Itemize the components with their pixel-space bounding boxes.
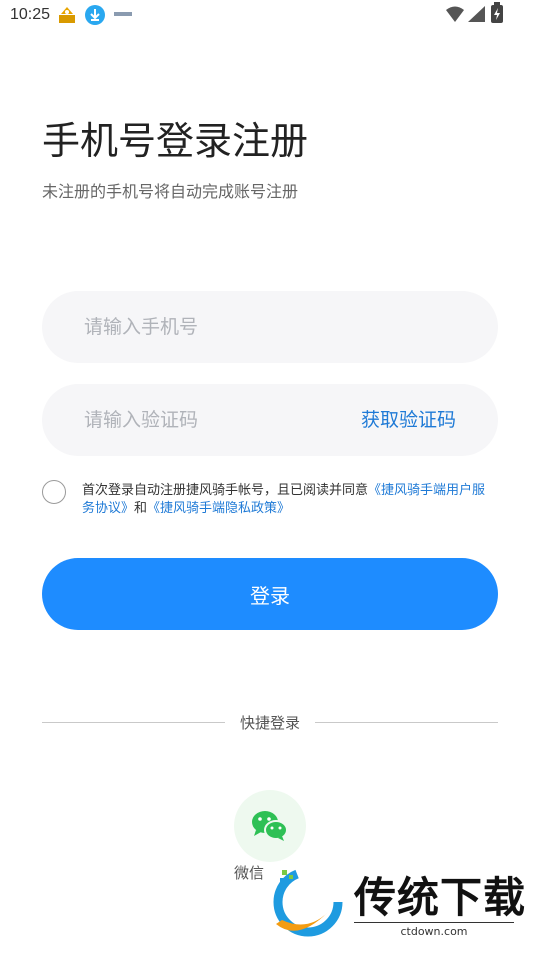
watermark-logo-icon	[273, 867, 343, 937]
status-time: 10:25	[10, 6, 51, 23]
wechat-label: 微信	[234, 864, 265, 882]
get-code-button[interactable]: 获取验证码	[361, 384, 456, 456]
small-notification-icon	[114, 12, 132, 16]
phone-field	[42, 291, 498, 363]
divider-right	[315, 722, 498, 723]
wifi-icon	[446, 6, 464, 22]
verification-code-input[interactable]	[84, 384, 344, 456]
signal-icon	[468, 6, 485, 22]
phone-input[interactable]	[84, 291, 344, 363]
download-notification-icon	[85, 5, 105, 25]
watermark-brand: 传统下载	[354, 873, 527, 922]
agreement-text: 首次登录自动注册捷风骑手帐号，且已阅读并同意《捷风骑手端用户服务协议》和《捷风骑…	[82, 482, 492, 518]
login-button[interactable]: 登录	[42, 558, 498, 630]
privacy-policy-link[interactable]: 《捷风骑手端隐私政策》	[147, 501, 290, 516]
agreement-checkbox[interactable]	[42, 480, 66, 504]
battery-icon	[491, 2, 503, 23]
wechat-login-button[interactable]	[234, 790, 306, 862]
page-title: 手机号登录注册	[42, 119, 309, 163]
app-notification-icon	[59, 7, 75, 23]
page-subtitle: 未注册的手机号将自动完成账号注册	[42, 182, 299, 201]
code-field: 获取验证码	[42, 384, 498, 456]
agreement-conjunction: 和	[134, 501, 148, 516]
status-bar: 10:25	[0, 0, 540, 32]
wechat-icon	[252, 811, 288, 841]
watermark: 传统下载 ctdown.com	[268, 862, 525, 942]
agreement-prefix: 首次登录自动注册捷风骑手帐号，且已阅读并同意	[82, 483, 369, 498]
watermark-domain: ctdown.com	[354, 922, 514, 938]
